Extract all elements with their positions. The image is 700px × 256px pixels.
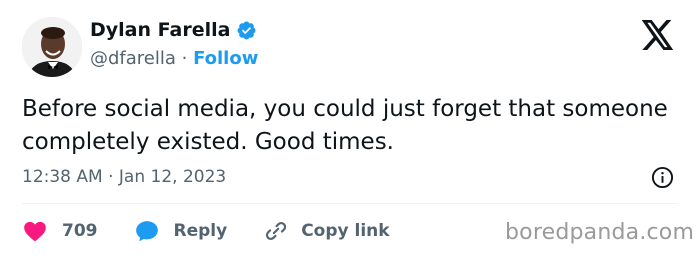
verified-badge-icon: [236, 20, 257, 41]
copy-link-label: Copy link: [301, 221, 390, 241]
action-bar: 709 Reply Copy link: [22, 216, 426, 246]
follow-button[interactable]: Follow: [193, 48, 258, 69]
tweet-card: Dylan Farella @dfarella · Follow Before …: [0, 0, 700, 256]
author-handle[interactable]: @dfarella: [90, 48, 176, 69]
handle-separator: ·: [175, 48, 194, 69]
avatar[interactable]: [22, 17, 82, 77]
author-handle-row: @dfarella · Follow: [90, 48, 258, 69]
heart-icon: [22, 218, 48, 244]
link-icon: [263, 218, 289, 244]
watermark: boredpanda.com: [505, 220, 695, 245]
tweet-timestamp[interactable]: 12:38 AM · Jan 12, 2023: [22, 167, 226, 187]
info-icon[interactable]: [651, 166, 674, 189]
like-button[interactable]: 709: [22, 218, 98, 244]
reply-label: Reply: [173, 221, 228, 241]
reply-button[interactable]: Reply: [134, 218, 228, 244]
divider: [22, 203, 678, 204]
speech-bubble-icon: [134, 218, 160, 244]
avatar-image: [22, 17, 82, 77]
tweet-text: Before social media, you could just forg…: [22, 96, 668, 155]
like-count: 709: [62, 221, 98, 241]
author-name-row: Dylan Farella: [90, 19, 257, 41]
author-display-name[interactable]: Dylan Farella: [90, 19, 230, 41]
x-logo-icon[interactable]: [641, 20, 675, 50]
copy-link-button[interactable]: Copy link: [263, 218, 390, 244]
